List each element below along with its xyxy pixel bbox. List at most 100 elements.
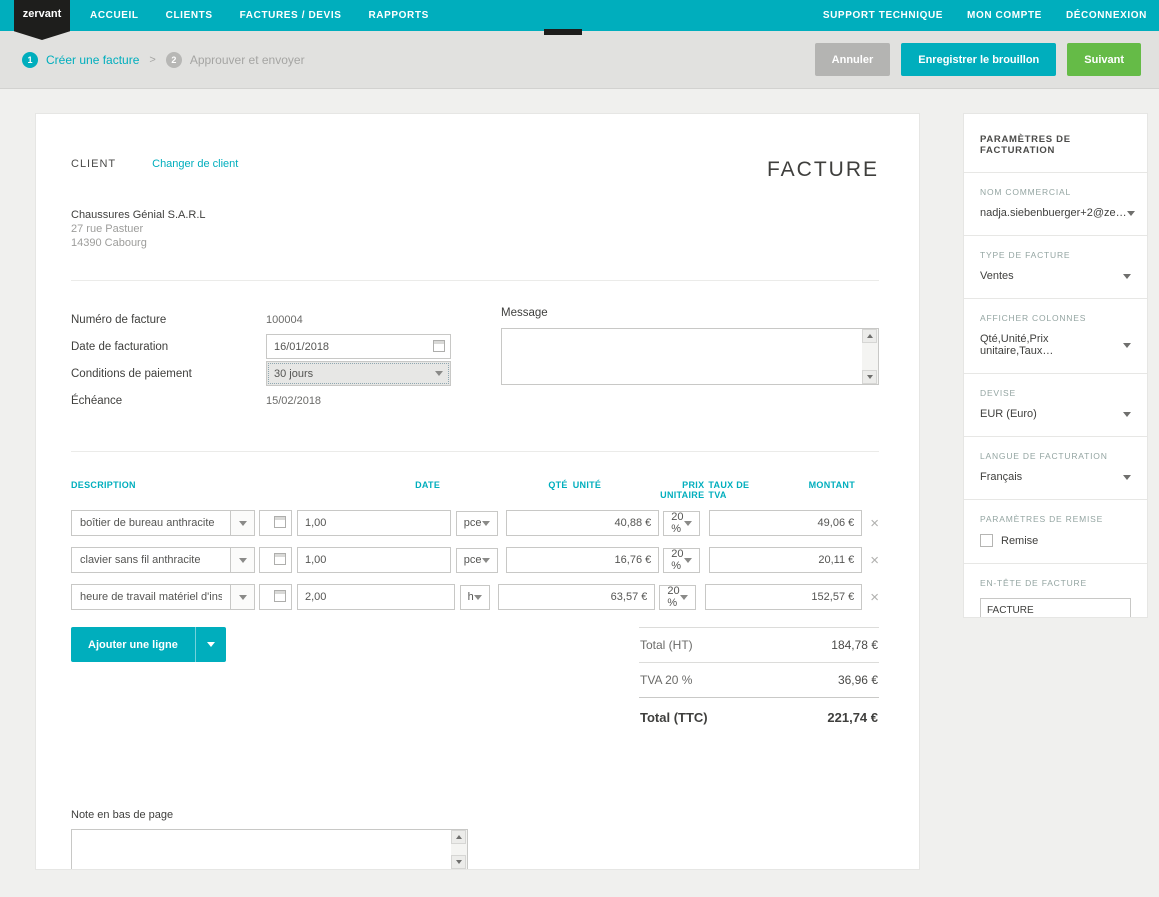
unit-price-input[interactable] xyxy=(506,510,660,536)
vat-value: 20 % xyxy=(671,511,683,535)
message-vertical-scrollbar[interactable] xyxy=(862,329,878,384)
scroll-down-icon[interactable] xyxy=(862,370,877,384)
qty-input[interactable] xyxy=(297,547,451,573)
step1-label: Créer une facture xyxy=(46,53,139,67)
step-bar: 1 Créer une facture > 2 Approuver et env… xyxy=(0,31,1159,89)
calendar-icon[interactable] xyxy=(433,340,445,352)
subtotal-label: Total (HT) xyxy=(640,638,693,652)
vat-select[interactable]: 20 % xyxy=(659,585,695,610)
vat-select[interactable]: 20 % xyxy=(663,511,699,536)
step-create-invoice[interactable]: 1 Créer une facture xyxy=(22,52,139,68)
item-row: pce 20 % xyxy=(71,547,879,573)
item-row: pce 20 % xyxy=(71,510,879,536)
nav-item-mon-compte[interactable]: MON COMPTE xyxy=(967,10,1042,21)
unit-select[interactable]: h xyxy=(460,585,490,610)
invoice-number-value: 100004 xyxy=(266,314,303,326)
add-line-button[interactable]: Ajouter une ligne xyxy=(71,627,226,662)
close-icon[interactable] xyxy=(870,516,879,531)
logo-text: zervant xyxy=(23,8,62,40)
unit-price-input[interactable] xyxy=(506,547,660,573)
subtotal-row: Total (HT) 184,78 € xyxy=(639,627,879,662)
footer-note-section: Note en bas de page xyxy=(71,809,879,870)
description-input[interactable] xyxy=(72,511,230,535)
due-date-row: Échéance 15/02/2018 xyxy=(71,388,501,413)
nom-commercial-select[interactable]: nadja.siebenbuerger+2@ze… xyxy=(980,207,1131,219)
step2-label: Approuver et envoyer xyxy=(190,53,305,67)
invoice-date-wrap xyxy=(266,334,451,359)
calendar-icon[interactable] xyxy=(274,516,286,528)
nav-item-support[interactable]: SUPPORT TECHNIQUE xyxy=(823,10,943,21)
client-section-label: CLIENT xyxy=(71,158,116,170)
chevron-down-icon[interactable] xyxy=(230,585,254,609)
description-input[interactable] xyxy=(72,548,230,572)
cancel-button[interactable]: Annuler xyxy=(815,43,891,76)
item-row: h 20 % xyxy=(71,584,879,610)
chevron-down-icon xyxy=(1123,274,1131,279)
remise-checkbox-label: Remise xyxy=(1001,535,1038,547)
payment-terms-row: Conditions de paiement 30 jours xyxy=(71,361,501,386)
close-icon[interactable] xyxy=(870,590,879,605)
payment-terms-select[interactable]: 30 jours xyxy=(266,361,451,386)
type-facture-select[interactable]: Ventes xyxy=(980,270,1131,282)
calendar-icon[interactable] xyxy=(274,553,286,565)
footer-note-label: Note en bas de page xyxy=(71,809,879,821)
type-facture-label: TYPE DE FACTURE xyxy=(980,250,1131,260)
nav-item-deconnexion[interactable]: DÉCONNEXION xyxy=(1066,10,1147,21)
nav-item-accueil[interactable]: ACCUEIL xyxy=(90,10,139,21)
grand-total-row: Total (TTC) 221,74 € xyxy=(639,697,879,737)
step-approve-send[interactable]: 2 Approuver et envoyer xyxy=(166,52,305,68)
nav-item-factures-devis[interactable]: FACTURES / DEVIS xyxy=(240,10,342,21)
chevron-down-icon[interactable] xyxy=(230,511,254,535)
nav-item-rapports[interactable]: RAPPORTS xyxy=(368,10,428,21)
unit-select[interactable]: pce xyxy=(456,548,498,573)
add-line-dropdown[interactable] xyxy=(195,627,226,662)
vat-row: TVA 20 % 36,96 € xyxy=(639,662,879,697)
footer-note-vertical-scrollbar[interactable] xyxy=(451,830,467,869)
scroll-down-icon[interactable] xyxy=(451,855,466,869)
col-unit-header: UNITÉ xyxy=(573,480,630,500)
change-client-link[interactable]: Changer de client xyxy=(152,158,238,170)
vat-total-value: 36,96 € xyxy=(838,673,878,687)
afficher-colonnes-select[interactable]: Qté,Unité,Prix unitaire,Taux… xyxy=(980,333,1131,357)
table-footer: Ajouter une ligne Total (HT) 184,78 € TV… xyxy=(71,627,879,737)
vat-select[interactable]: 20 % xyxy=(663,548,699,573)
scroll-up-icon[interactable] xyxy=(862,329,877,343)
invoice-form-card: CLIENT Changer de client FACTURE Chaussu… xyxy=(35,113,920,870)
devise-select[interactable]: EUR (Euro) xyxy=(980,408,1131,420)
nom-commercial-value: nadja.siebenbuerger+2@ze… xyxy=(980,207,1127,219)
langue-select[interactable]: Français xyxy=(980,471,1131,483)
qty-input[interactable] xyxy=(297,510,451,536)
item-date-wrap xyxy=(259,584,292,610)
invoice-title: FACTURE xyxy=(767,158,879,182)
description-input[interactable] xyxy=(72,585,230,609)
chevron-down-icon xyxy=(474,595,482,600)
chevron-down-icon xyxy=(684,521,692,526)
remise-checkbox[interactable] xyxy=(980,534,993,547)
divider xyxy=(71,451,879,452)
invoice-number-label: Numéro de facture xyxy=(71,314,266,326)
close-icon[interactable] xyxy=(870,553,879,568)
payment-terms-value: 30 jours xyxy=(274,368,313,380)
footer-note-box[interactable] xyxy=(71,829,468,870)
en-tete-input[interactable] xyxy=(980,598,1131,618)
subtotal-value: 184,78 € xyxy=(831,638,878,652)
invoice-date-input[interactable] xyxy=(266,334,451,359)
step-separator: > xyxy=(149,54,155,66)
amount-input[interactable] xyxy=(705,584,863,610)
footer-note-textarea[interactable] xyxy=(71,829,468,870)
amount-input[interactable] xyxy=(709,510,863,536)
chevron-down-icon[interactable] xyxy=(230,548,254,572)
amount-input[interactable] xyxy=(709,547,863,573)
message-textarea[interactable] xyxy=(501,328,879,385)
unit-select[interactable]: pce xyxy=(456,511,498,536)
qty-input[interactable] xyxy=(297,584,455,610)
col-description-header: DESCRIPTION xyxy=(71,480,411,500)
unit-price-input[interactable] xyxy=(498,584,656,610)
scroll-up-icon[interactable] xyxy=(451,830,466,844)
save-draft-button[interactable]: Enregistrer le brouillon xyxy=(901,43,1056,76)
nav-item-clients[interactable]: CLIENTS xyxy=(166,10,213,21)
next-button[interactable]: Suivant xyxy=(1067,43,1141,76)
chevron-down-icon xyxy=(684,558,692,563)
add-line-label: Ajouter une ligne xyxy=(71,627,195,662)
calendar-icon[interactable] xyxy=(274,590,286,602)
